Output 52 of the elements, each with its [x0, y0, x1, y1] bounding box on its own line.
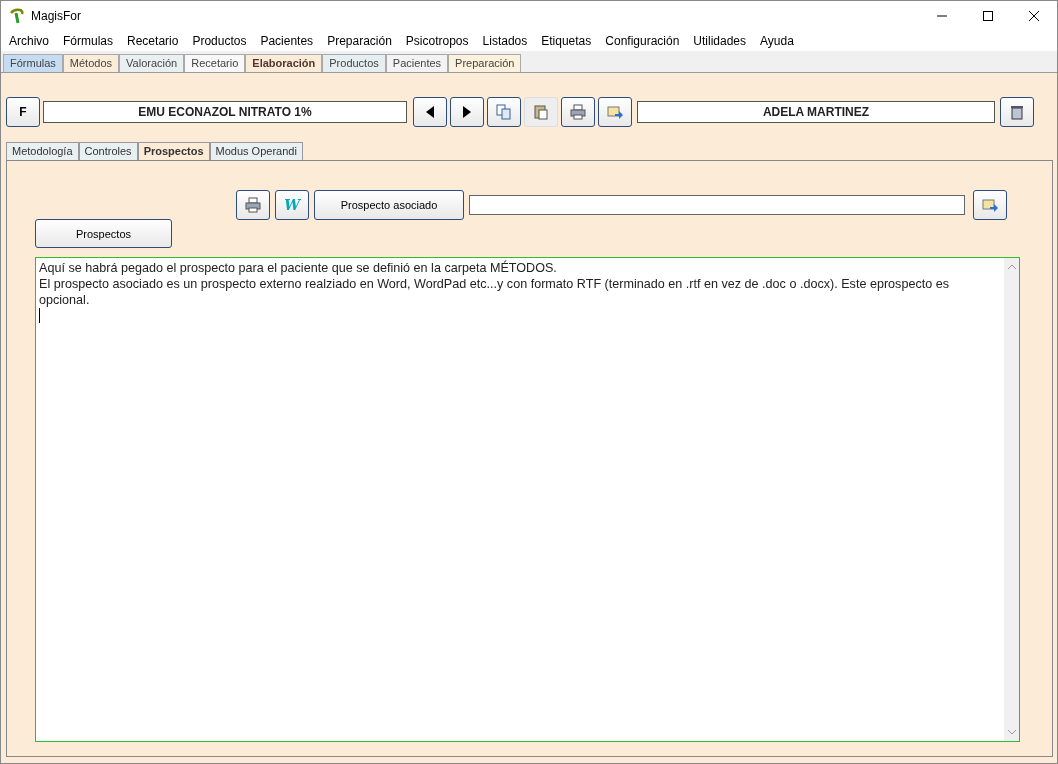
menu-item[interactable]: Ayuda: [753, 34, 801, 48]
menu-item[interactable]: Listados: [475, 34, 535, 48]
menu-item[interactable]: Pacientes: [253, 34, 321, 48]
main-tab[interactable]: Recetario: [184, 54, 246, 72]
left-triangle-icon: [426, 106, 434, 118]
print-button[interactable]: [561, 97, 595, 127]
trash-icon: [1009, 104, 1025, 120]
print-button[interactable]: [236, 190, 270, 220]
main-tab[interactable]: Valoración: [119, 54, 185, 72]
window-title: MagisFor: [31, 9, 81, 23]
sub-tab[interactable]: Modus Operandi: [209, 142, 303, 160]
sub-tab[interactable]: Metodología: [6, 142, 79, 160]
main-tab[interactable]: Productos: [322, 54, 386, 72]
paste-button[interactable]: [524, 97, 558, 127]
main-tab[interactable]: Pacientes: [385, 54, 449, 72]
printer-icon: [245, 197, 261, 213]
next-button[interactable]: [450, 97, 484, 127]
prospecto-asociado-button[interactable]: Prospecto asociado: [314, 190, 464, 220]
menu-item[interactable]: Recetario: [120, 34, 186, 48]
menu-item[interactable]: Psicotropos: [398, 34, 476, 48]
sub-tab[interactable]: Controles: [78, 142, 138, 160]
previous-button[interactable]: [413, 97, 447, 127]
menu-item[interactable]: Preparación: [320, 34, 399, 48]
send-button[interactable]: [598, 97, 632, 127]
clipboard-icon: [533, 104, 549, 120]
close-icon[interactable]: [1029, 11, 1039, 21]
text-paragraph: Aquí se habrá pegado el prospecto para el paciente que se definió en la carpeta MÉTODOS.: [39, 260, 558, 276]
menu-item[interactable]: Archivo: [2, 34, 56, 48]
main-tab[interactable]: Preparación: [448, 54, 522, 72]
patient-name-field[interactable]: ADELA MARTINEZ: [637, 101, 995, 123]
menu-item[interactable]: Configuración: [598, 34, 687, 48]
file-path-field[interactable]: [469, 195, 965, 215]
copy-icon: [496, 104, 512, 120]
menu-item[interactable]: Etiquetas: [534, 34, 599, 48]
text-paragraph: El prospecto asociado es un prospecto externo realziado en Word, WordPad etc...y con formato RTF (terminado en .rtf en vez de .doc o .docx). Este eprospecto es opcional.: [39, 276, 951, 308]
copy-button[interactable]: [487, 97, 521, 127]
menu-item[interactable]: Utilidades: [686, 34, 754, 48]
right-triangle-icon: [463, 106, 471, 118]
delete-button[interactable]: [1000, 97, 1034, 127]
printer-icon: [570, 104, 586, 120]
formula-name-field[interactable]: EMU ECONAZOL NITRATO 1%: [43, 101, 407, 123]
f-button[interactable]: F: [6, 97, 40, 127]
app-logo-icon: [9, 8, 25, 24]
menu-item[interactable]: Fórmulas: [56, 34, 121, 48]
prospectos-button[interactable]: Prospectos: [35, 219, 172, 248]
sub-tab[interactable]: Prospectos: [137, 142, 210, 160]
main-tab[interactable]: Fórmulas: [3, 54, 63, 72]
main-tab[interactable]: Elaboración: [245, 54, 323, 72]
maximize-icon[interactable]: [983, 11, 993, 21]
menu-item[interactable]: Productos: [185, 34, 254, 48]
main-tab[interactable]: Métodos: [62, 54, 120, 72]
send-button[interactable]: [973, 190, 1007, 220]
